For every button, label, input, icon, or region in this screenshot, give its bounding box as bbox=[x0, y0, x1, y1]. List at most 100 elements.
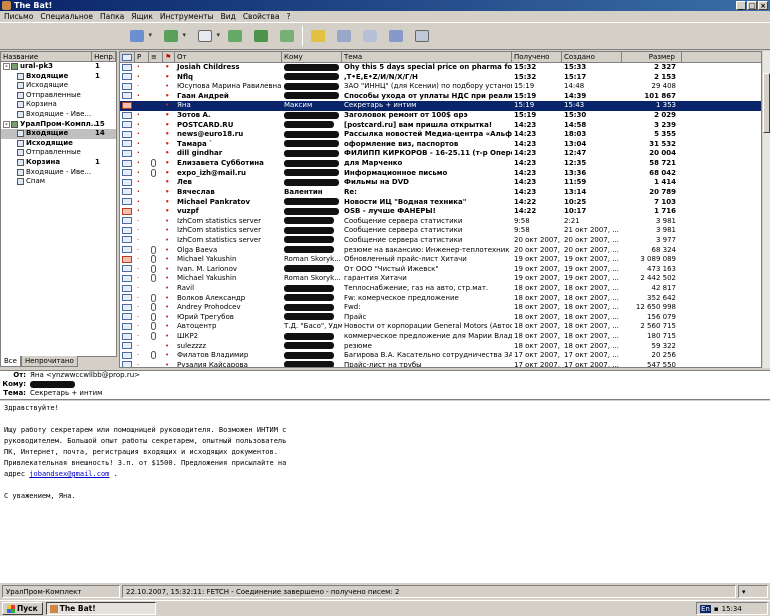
message-row[interactable]: · • expo_izh@mail.ru Информационное письмо 1… bbox=[120, 168, 761, 179]
message-row[interactable]: · • Гаан Андрей Способы ухода от уплаты НДС… bbox=[120, 92, 761, 102]
message-row[interactable]: · • sulezzzz резюме 18 окт 2007, ...18 окт 2… bbox=[120, 342, 761, 352]
reply-button[interactable] bbox=[224, 26, 246, 46]
col-created[interactable]: Создано bbox=[562, 52, 622, 62]
folder-item[interactable]: - ural-pk3 1 bbox=[1, 62, 116, 72]
folder-item[interactable]: Исходящие bbox=[1, 139, 116, 149]
message-list-scrollbar[interactable] bbox=[763, 51, 770, 368]
to-cell bbox=[282, 303, 342, 313]
print-button[interactable] bbox=[333, 26, 355, 46]
folder-item[interactable]: Исходящие bbox=[1, 81, 116, 91]
menu-help[interactable]: ? bbox=[286, 11, 290, 22]
message-row[interactable]: · • dill gindhar ФИЛИПП КИРКОРОВ - 16-25.11… bbox=[120, 149, 761, 159]
folder-item[interactable]: Отправленные bbox=[1, 91, 116, 101]
folder-item[interactable]: Корзина 1 bbox=[1, 158, 116, 168]
close-button[interactable]: × bbox=[758, 1, 768, 10]
folder-item[interactable]: Входящие 14 bbox=[1, 129, 116, 139]
col-to[interactable]: Кому bbox=[282, 52, 342, 62]
message-row[interactable]: · • IzhCom statistics server Сообщение серв… bbox=[120, 217, 761, 227]
message-row[interactable]: · • Рузалия Кайсарова Прайс-лист на трубы 17… bbox=[120, 361, 761, 367]
message-row[interactable]: · • Josiah Childress Ohy this 5 days specia… bbox=[120, 63, 761, 73]
folder-item[interactable]: Корзина bbox=[1, 100, 116, 110]
menu-letter[interactable]: Письмо bbox=[4, 11, 33, 22]
col-subject[interactable]: Тема bbox=[342, 52, 512, 62]
tray-icon[interactable]: ▪ bbox=[714, 605, 719, 613]
message-row[interactable]: · • IzhCom statistics server Сообщение серв… bbox=[120, 236, 761, 246]
folder-item[interactable]: - УралПром-Компл... 15 bbox=[1, 120, 116, 130]
message-row[interactable]: · • IzhCom statistics server Сообщение серв… bbox=[120, 226, 761, 236]
tab-all[interactable]: Все bbox=[0, 356, 21, 367]
priority-icon: · bbox=[137, 351, 140, 360]
message-row[interactable]: · • Лев Фильмы на DVD 14:23 11:59 1 414 bbox=[120, 178, 761, 188]
message-row[interactable]: · • Ivan. M. Larionov От ООО "Чистый Ижевск… bbox=[120, 264, 761, 275]
col-flag[interactable]: ⚑ bbox=[163, 52, 175, 62]
message-row[interactable]: · • Елизавета Субботина для Марченко 14:23 12… bbox=[120, 159, 761, 169]
start-button[interactable]: Пуск bbox=[2, 602, 43, 615]
paperclip-icon bbox=[151, 255, 156, 264]
message-row[interactable]: · • news@euro18.ru Рассылка новостей Медиа-… bbox=[120, 130, 761, 140]
message-row[interactable]: · • Michael Yakushin Roman Skoryk... Обновле… bbox=[120, 255, 761, 265]
message-row[interactable]: · • ШКР2 коммерческое предложение для Марии… bbox=[120, 332, 761, 342]
message-row[interactable]: · • Автоцентр Т.Д. "Басо", Удмуртия...Новос… bbox=[120, 322, 761, 332]
message-row[interactable]: · • Вячеслав Валентин Re: 14:23 13:14 20 789 bbox=[120, 188, 761, 198]
get-mail-button[interactable] bbox=[122, 26, 152, 46]
send-mail-button[interactable] bbox=[156, 26, 186, 46]
message-row[interactable]: · • Зотов А. Заголовок ремонт от 100$ ɞрэ 15… bbox=[120, 111, 761, 121]
scroll-thumb[interactable] bbox=[763, 73, 770, 133]
message-row[interactable]: · • Ravil Теплоснабжение, газ на авто, стр.… bbox=[120, 284, 761, 294]
col-size[interactable]: Размер bbox=[622, 52, 682, 62]
message-row[interactable]: · • Olga Baeva резюме на вакансию: Инженер-… bbox=[120, 245, 761, 256]
new-message-button[interactable] bbox=[190, 26, 220, 46]
message-row[interactable]: · • Яна Максим Секретарь + интим 15:19 15:43 1 … bbox=[120, 101, 761, 112]
message-row[interactable]: · • Michael Yakushin Roman Skoryk... гаранти… bbox=[120, 274, 761, 284]
language-indicator[interactable]: En bbox=[700, 604, 711, 613]
menu-special[interactable]: Специальное bbox=[40, 11, 93, 22]
status-dropdown[interactable]: ▾ bbox=[738, 585, 768, 598]
col-attachment[interactable]: ≡ bbox=[149, 52, 163, 62]
folder-item[interactable]: Входящие - Иве... bbox=[1, 110, 116, 120]
tab-unread[interactable]: Непрочитано bbox=[20, 356, 78, 367]
menu-properties[interactable]: Свойства bbox=[243, 11, 280, 22]
col-priority[interactable]: P bbox=[135, 52, 149, 62]
menu-box[interactable]: Ящик bbox=[131, 11, 153, 22]
message-row[interactable]: · • POSTCARD.RU [postcard.ru] вам пришла от… bbox=[120, 121, 761, 131]
folder-item[interactable]: Входящие - Иве... bbox=[1, 168, 116, 178]
folder-name-header[interactable]: Название bbox=[1, 52, 93, 61]
move-button[interactable] bbox=[385, 26, 407, 46]
expand-icon[interactable]: - bbox=[3, 63, 10, 70]
message-row[interactable]: · • Волков Александр Fw: комерческое предло… bbox=[120, 293, 761, 304]
col-from[interactable]: От bbox=[175, 52, 282, 62]
folder-unread-header[interactable]: Непр. bbox=[92, 52, 116, 61]
envelope-icon bbox=[122, 322, 132, 330]
col-received[interactable]: Получено bbox=[512, 52, 562, 62]
new-message-icon bbox=[198, 30, 212, 42]
folder-name: Исходящие bbox=[26, 138, 73, 147]
reply-all-button[interactable] bbox=[250, 26, 272, 46]
address-book-button[interactable] bbox=[307, 26, 329, 46]
folder-item[interactable]: Спам bbox=[1, 177, 116, 187]
message-row[interactable]: · • Nflq ,T•E,E•Z/И/N/X/Г/Н 15:32 15:17 2 153 bbox=[120, 73, 761, 83]
priority-cell: · bbox=[135, 140, 149, 150]
folder-item[interactable]: Отправленные bbox=[1, 148, 116, 158]
message-row[interactable]: · • Andrey Prohodcev Fwd: 18 окт 2007, ...18… bbox=[120, 303, 761, 313]
status-bar: УралПром-Комплект 22.10.2007, 15:32:11: … bbox=[0, 585, 770, 598]
message-row[interactable]: · • vuzpf OSB - лучше ФАНЕРЫ! 14:22 10:17 1 71… bbox=[120, 207, 761, 217]
delete-button[interactable] bbox=[411, 26, 433, 46]
menu-view[interactable]: Вид bbox=[221, 11, 236, 22]
email-link[interactable]: jobandsex@gmail.com bbox=[29, 470, 109, 478]
message-row[interactable]: · • Michael Pankratov Новости ИЦ "Водная те… bbox=[120, 198, 761, 208]
redacted-block bbox=[284, 226, 334, 234]
folder-item[interactable]: Входящие 1 bbox=[1, 72, 116, 82]
copy-button[interactable] bbox=[359, 26, 381, 46]
menu-tools[interactable]: Инструменты bbox=[160, 11, 214, 22]
message-row[interactable]: · • Тамара ` оформление виз, паспортов 14:23… bbox=[120, 140, 761, 150]
forward-button[interactable] bbox=[276, 26, 298, 46]
maximize-button[interactable]: □ bbox=[747, 1, 757, 10]
message-row[interactable]: · • Юрий Трегубов Прайс 18 окт 2007, ...18 о… bbox=[120, 312, 761, 323]
taskbar-app-button[interactable]: The Bat! bbox=[45, 602, 156, 615]
message-row[interactable]: · • Юсупова Марина Равилевна ЗАО "ИННЦ" (дл… bbox=[120, 82, 761, 92]
minimize-button[interactable]: _ bbox=[736, 1, 746, 10]
expand-icon[interactable]: - bbox=[3, 120, 10, 128]
col-status[interactable] bbox=[120, 52, 135, 62]
menu-folder[interactable]: Папка bbox=[100, 11, 124, 22]
message-row[interactable]: · • Филатов Владимир Багирова В.А. Касатель… bbox=[120, 351, 761, 361]
